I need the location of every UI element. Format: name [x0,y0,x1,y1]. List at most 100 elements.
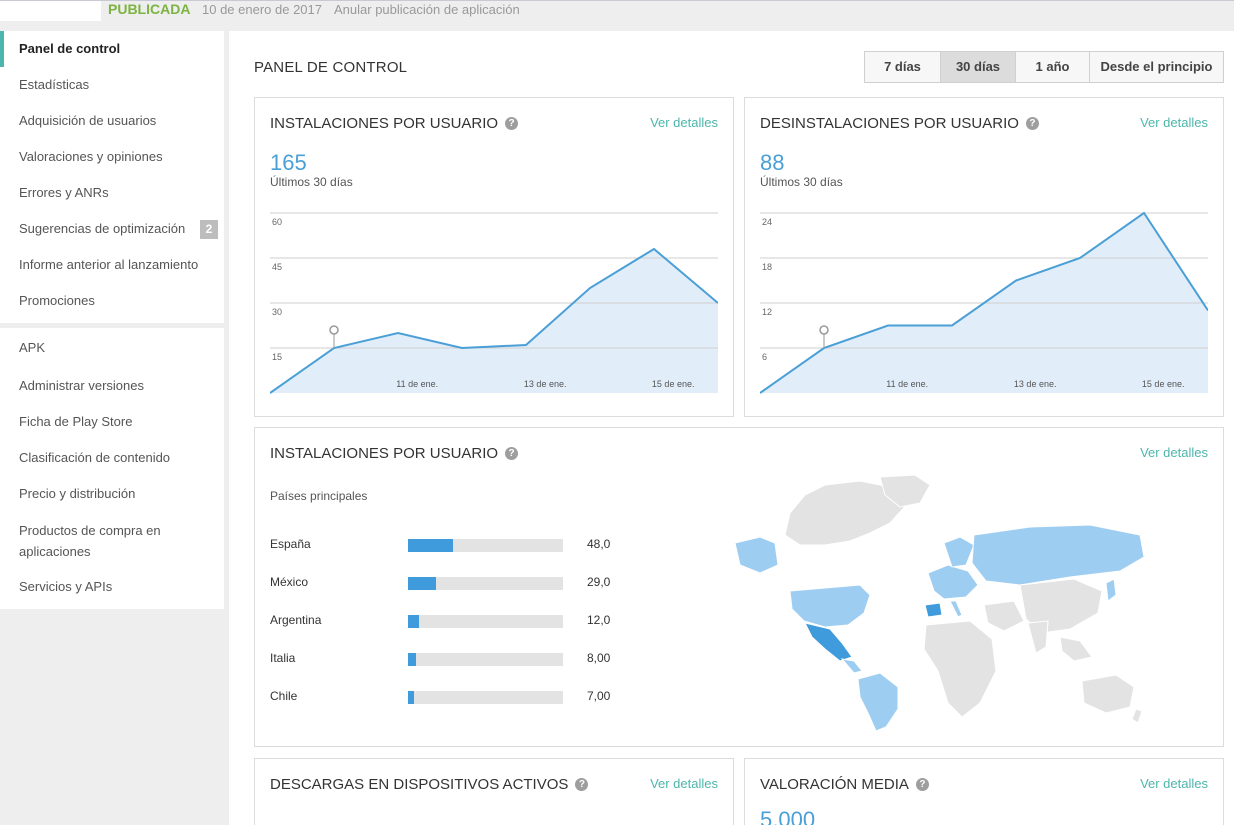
uninstalls-title: DESINSTALACIONES POR USUARIO [760,115,1019,132]
y-tick-label: 60 [272,217,282,227]
map-japan [1105,578,1117,602]
y-tick-label: 45 [272,262,282,272]
date-range-selector: 7 días 30 días 1 año Desde el principio [864,51,1224,83]
sidebar-item-pricing[interactable]: Precio y distribución [0,476,224,512]
sidebar-item-content-rating[interactable]: Clasificación de contenido [0,440,224,476]
country-bar-track [408,691,563,704]
help-icon[interactable]: ? [915,778,929,791]
unpublish-link[interactable]: Anular publicación de aplicación [334,2,520,17]
publish-date: 10 de enero de 2017 [202,2,322,17]
country-value: 12,0 [587,613,611,627]
sidebar-group-release: APK Administrar versiones Ficha de Play … [0,328,224,609]
average-rating-title: VALORACIÓN MEDIA [760,776,909,793]
map-middle-east [983,600,1025,632]
countries-title: INSTALACIONES POR USUARIO [270,445,499,462]
country-row: México 29,0 [270,575,615,591]
help-icon[interactable]: ? [575,778,589,791]
installs-card: INSTALACIONES POR USUARIO ? Ver detalles… [254,97,734,417]
help-icon[interactable]: ? [505,447,519,460]
country-value: 8,00 [587,651,611,665]
app-tab[interactable] [0,1,101,21]
card-title: VALORACIÓN MEDIA ? [760,776,929,793]
page-title: PANEL DE CONTROL [254,59,408,76]
country-value: 7,00 [587,689,611,703]
card-title: DESINSTALACIONES POR USUARIO ? [760,115,1039,132]
y-tick-label: 15 [272,352,282,362]
uninstalls-period: Últimos 30 días [760,175,843,189]
top-countries-heading: Países principales [270,489,368,503]
countries-details-link[interactable]: Ver detalles [1140,445,1208,460]
country-name: Argentina [270,613,322,627]
range-1-year-button[interactable]: 1 año [1015,52,1089,82]
sidebar-item-services-apis[interactable]: Servicios y APIs [0,569,224,605]
y-tick-label: 30 [272,307,282,317]
average-rating-card: VALORACIÓN MEDIA ? Ver detalles 5,000 [744,758,1224,825]
count-badge: 2 [200,220,218,239]
help-icon[interactable]: ? [505,117,519,130]
status-badge: PUBLICADA [108,1,191,17]
map-se-asia [1059,636,1093,662]
x-tick-label: 13 de ene. [524,379,567,389]
sidebar-item-ratings[interactable]: Valoraciones y opiniones [0,139,224,175]
x-tick-label: 11 de ene. [886,379,928,389]
average-rating-details-link[interactable]: Ver detalles [1140,776,1208,791]
sidebar-item-promotions[interactable]: Promociones [0,283,224,319]
map-spain [924,602,943,618]
installs-period: Últimos 30 días [270,175,353,189]
card-title: INSTALACIONES POR USUARIO ? [270,445,519,462]
sidebar-item-crashes[interactable]: Errores y ANRs [0,175,224,211]
sidebar-item-user-acquisition[interactable]: Adquisición de usuarios [0,103,224,139]
country-row: España 48,0 [270,537,615,553]
card-title: INSTALACIONES POR USUARIO ? [270,115,519,132]
map-usa [789,584,871,628]
y-tick-label: 24 [762,217,772,227]
country-name: Chile [270,689,298,703]
sidebar-item-manage-releases[interactable]: Administrar versiones [0,368,224,404]
uninstalls-card: DESINSTALACIONES POR USUARIO ? Ver detal… [744,97,1224,417]
y-tick-label: 6 [762,352,767,362]
sidebar: Panel de control Estadísticas Adquisició… [0,31,224,614]
country-name: España [270,537,311,551]
help-icon[interactable]: ? [1025,117,1039,130]
sidebar-item-dashboard[interactable]: Panel de control [0,31,224,67]
range-30-days-button[interactable]: 30 días [940,52,1015,82]
country-bar-track [408,653,563,666]
installs-details-link[interactable]: Ver detalles [650,115,718,130]
annotation-marker[interactable] [329,325,339,335]
y-tick-label: 18 [762,262,772,272]
country-name: México [270,575,309,589]
map-russia [971,524,1145,586]
map-south-america [857,672,899,732]
map-alaska [734,536,779,574]
sidebar-item-prelaunch-report[interactable]: Informe anterior al lanzamiento [0,247,224,283]
sidebar-item-statistics[interactable]: Estadísticas [0,67,224,103]
sidebar-item-apk[interactable]: APK [0,328,224,368]
active-devices-title: DESCARGAS EN DISPOSITIVOS ACTIVOS [270,776,569,793]
installs-title: INSTALACIONES POR USUARIO [270,115,499,132]
country-row: Chile 7,00 [270,689,615,705]
top-status-bar: PUBLICADA 10 de enero de 2017 Anular pub… [0,0,1234,30]
range-7-days-button[interactable]: 7 días [865,52,940,82]
world-map [734,474,1145,732]
annotation-marker[interactable] [819,325,829,335]
map-india [1027,620,1049,654]
map-italy [949,600,963,618]
active-devices-details-link[interactable]: Ver detalles [650,776,718,791]
country-bar-fill [408,539,453,552]
x-tick-label: 15 de ene. [652,379,695,389]
x-tick-label: 11 de ene. [396,379,438,389]
map-africa [923,620,997,718]
installs-chart: 60 45 30 15 11 de ene. 13 de ene. 15 de ene. [270,212,718,394]
map-australia [1081,674,1135,714]
sidebar-item-store-listing[interactable]: Ficha de Play Store [0,404,224,440]
uninstalls-total: 88 [760,150,785,175]
card-title: DESCARGAS EN DISPOSITIVOS ACTIVOS ? [270,776,589,793]
uninstalls-details-link[interactable]: Ver detalles [1140,115,1208,130]
country-row: Italia 8,00 [270,651,615,667]
map-new-zealand [1131,708,1143,724]
country-bar-fill [408,577,436,590]
sidebar-item-in-app-products[interactable]: Productos de compra en aplicaciones [0,512,224,569]
sidebar-item-optimization[interactable]: Sugerencias de optimización 2 [0,211,224,247]
country-bar-fill [408,691,414,704]
range-all-time-button[interactable]: Desde el principio [1089,52,1223,82]
